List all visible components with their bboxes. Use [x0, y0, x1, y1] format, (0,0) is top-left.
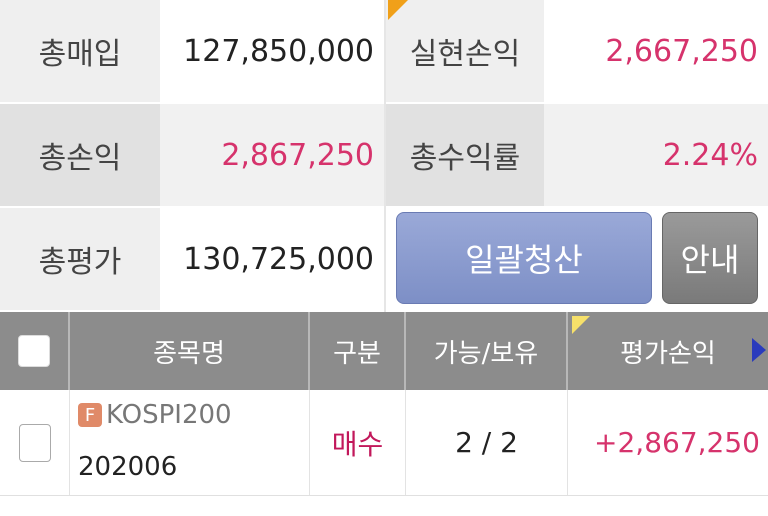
positions-table-header: 종목명 구분 가능/보유 평가손익	[0, 312, 768, 390]
total-return-value: 2.24%	[544, 104, 768, 206]
realized-pnl-value: 2,667,250	[605, 33, 758, 69]
summary-panel: 총매입 127,850,000 실현손익 2,667,250 총손익 2,867…	[0, 0, 768, 312]
position-type: 매수	[310, 390, 406, 495]
total-buy-label: 총매입	[0, 0, 160, 102]
eval-pnl-value: +2,867,250	[594, 426, 760, 459]
select-all-checkbox[interactable]	[18, 335, 50, 367]
select-all-cell	[0, 312, 70, 390]
column-divider	[384, 0, 386, 312]
table-row[interactable]: F KOSPI200 202006 매수 2 / 2 +2,867,250	[0, 390, 768, 496]
guide-button[interactable]: 안내	[662, 212, 758, 304]
row-checkbox[interactable]	[18, 423, 51, 462]
scroll-right-arrow-icon[interactable]	[752, 338, 766, 362]
sort-marker-icon	[572, 316, 590, 334]
avail-hold-qty: 2 / 2	[406, 390, 568, 495]
bulk-close-button[interactable]: 일괄청산	[396, 212, 652, 304]
instrument-code: 202006	[78, 452, 178, 482]
bottom-spacer	[0, 496, 768, 516]
instrument-cell[interactable]: F KOSPI200 202006	[70, 390, 310, 495]
realized-pnl-label: 실현손익	[386, 0, 544, 102]
header-name[interactable]: 종목명	[70, 312, 310, 390]
total-buy-value: 127,850,000	[183, 33, 374, 69]
total-pnl-value: 2,867,250	[160, 104, 384, 206]
futures-badge-icon: F	[78, 403, 102, 427]
row-checkbox-cell	[0, 390, 70, 495]
total-eval-value: 130,725,000	[183, 241, 374, 277]
total-eval-label: 총평가	[0, 208, 160, 310]
header-eval-pnl[interactable]: 평가손익	[568, 312, 768, 390]
total-return-label: 총수익률	[386, 104, 544, 206]
total-pnl-label: 총손익	[0, 104, 160, 206]
corner-marker-icon	[388, 0, 408, 20]
instrument-name-text: KOSPI200	[106, 400, 232, 430]
header-avail-hold[interactable]: 가능/보유	[406, 312, 568, 390]
header-type[interactable]: 구분	[310, 312, 406, 390]
instrument-name: F KOSPI200	[78, 400, 232, 430]
